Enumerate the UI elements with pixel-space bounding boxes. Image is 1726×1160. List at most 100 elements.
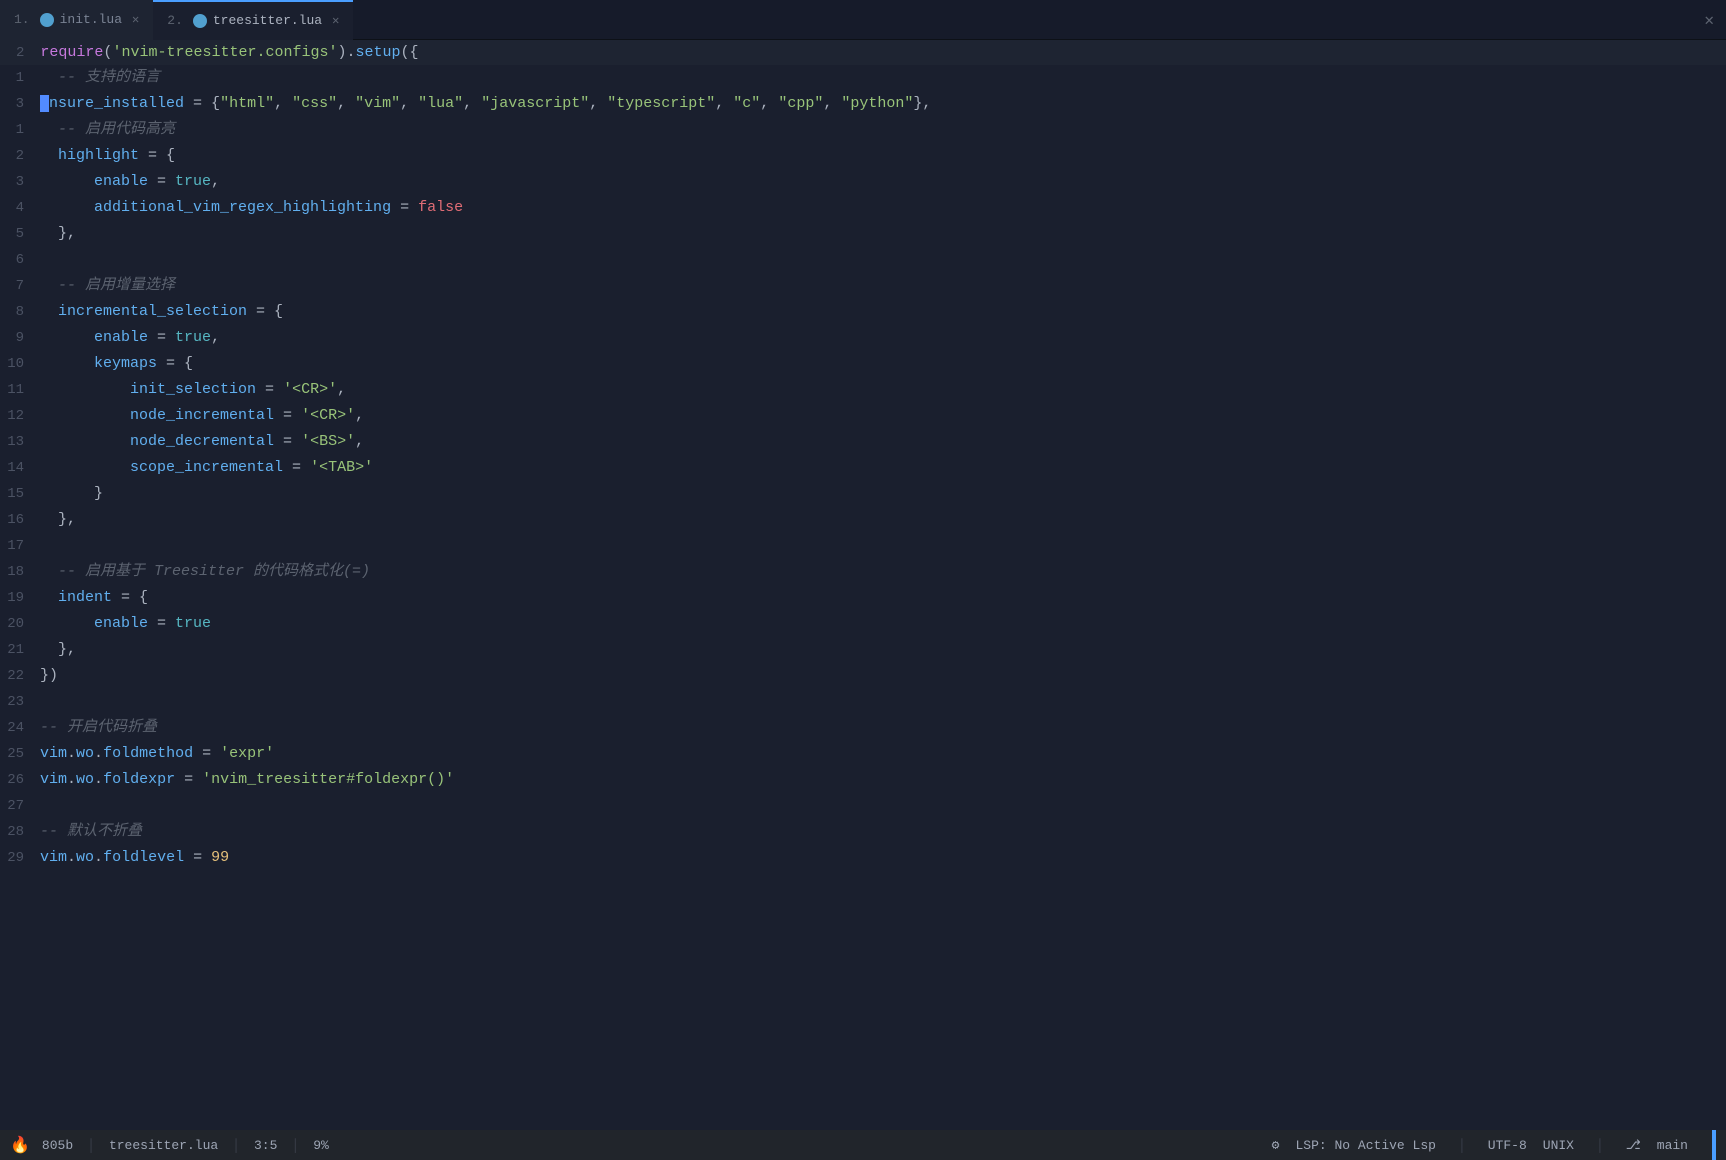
status-branch-name: main bbox=[1657, 1138, 1688, 1153]
code-line-1: 1 -- 支持的语言 bbox=[0, 65, 1726, 91]
tab-2-lua-icon bbox=[193, 14, 207, 28]
line-content-12: node_incremental = '<CR>', bbox=[40, 403, 1726, 429]
line-content-en1: enable = true, bbox=[40, 169, 1726, 195]
line-content-26: vim.wo.foldexpr = 'nvim_treesitter#folde… bbox=[40, 767, 1726, 793]
line-num-25: 25 bbox=[0, 741, 40, 767]
line-num-23: 23 bbox=[0, 689, 40, 715]
line-num-1: 1 bbox=[0, 65, 40, 91]
code-line-12: 12 node_incremental = '<CR>', bbox=[0, 403, 1726, 429]
line-num-21: 21 bbox=[0, 637, 40, 663]
line-num-inner-1: 1 bbox=[0, 117, 40, 143]
code-line-13: 13 node_decremental = '<BS>', bbox=[0, 429, 1726, 455]
line-num-24: 24 bbox=[0, 715, 40, 741]
line-content-22: }) bbox=[40, 663, 1726, 689]
tab-bar: 1. init.lua ✕ 2. treesitter.lua ✕ ✕ bbox=[0, 0, 1726, 40]
line-num-6: 6 bbox=[0, 247, 40, 273]
line-content-18: -- 启用基于 Treesitter 的代码格式化(=) bbox=[40, 559, 1726, 585]
line-content-7: -- 启用增量选择 bbox=[40, 273, 1726, 299]
code-line-29: 29 vim.wo.foldlevel = 99 bbox=[0, 845, 1726, 871]
line-num-28: 28 bbox=[0, 819, 40, 845]
line-num-17: 17 bbox=[0, 533, 40, 559]
line-num-22: 22 bbox=[0, 663, 40, 689]
line-num-3: 3 bbox=[0, 91, 40, 117]
line-content-8: incremental_selection = { bbox=[40, 299, 1726, 325]
status-divider-4: │ bbox=[1458, 1138, 1466, 1153]
line-num-15: 15 bbox=[0, 481, 40, 507]
code-line-3: 3 nsure_installed = {"html", "css", "vim… bbox=[0, 91, 1726, 117]
line-num-4: 4 bbox=[0, 195, 40, 221]
line-content-13: node_decremental = '<BS>', bbox=[40, 429, 1726, 455]
status-filename: treesitter.lua bbox=[109, 1138, 218, 1153]
status-left: 🔥 805b │ treesitter.lua │ 3:5 │ 9% bbox=[10, 1135, 329, 1155]
status-divider-5: │ bbox=[1596, 1138, 1604, 1153]
status-blue-bar bbox=[1712, 1130, 1716, 1160]
line-num-11: 11 bbox=[0, 377, 40, 403]
code-line-5: 5 }, bbox=[0, 221, 1726, 247]
line-content-15: } bbox=[40, 481, 1726, 507]
close-all-button[interactable]: ✕ bbox=[1692, 10, 1726, 30]
code-line-4: 4 additional_vim_regex_highlighting = fa… bbox=[0, 195, 1726, 221]
tab-1[interactable]: 1. init.lua ✕ bbox=[0, 0, 153, 40]
code-line-17: 17 bbox=[0, 533, 1726, 559]
line-num-7: 7 bbox=[0, 273, 40, 299]
code-line-inner-1: 1 -- 启用代码高亮 bbox=[0, 117, 1726, 143]
line-content-4: additional_vim_regex_highlighting = fals… bbox=[40, 195, 1726, 221]
line-content-3: nsure_installed = {"html", "css", "vim",… bbox=[40, 91, 1726, 117]
require-line: 2require('nvim-treesitter.configs').setu… bbox=[0, 40, 1726, 65]
line-content-19: indent = { bbox=[40, 585, 1726, 611]
line-content-28: -- 默认不折叠 bbox=[40, 819, 1726, 845]
code-line-14: 14 scope_incremental = '<TAB>' bbox=[0, 455, 1726, 481]
code-area: 1 -- 支持的语言 3 nsure_installed = {"html", … bbox=[0, 65, 1726, 1160]
line-content-29: vim.wo.foldlevel = 99 bbox=[40, 845, 1726, 871]
tab-2[interactable]: 2. treesitter.lua ✕ bbox=[153, 0, 353, 40]
line-content-9: enable = true, bbox=[40, 325, 1726, 351]
line-num-en1: 3 bbox=[0, 169, 40, 195]
code-line-11: 11 init_selection = '<CR>', bbox=[0, 377, 1726, 403]
code-line-16: 16 }, bbox=[0, 507, 1726, 533]
line-num-19: 19 bbox=[0, 585, 40, 611]
tab-1-close[interactable]: ✕ bbox=[132, 12, 139, 27]
code-line-18: 18 -- 启用基于 Treesitter 的代码格式化(=) bbox=[0, 559, 1726, 585]
line-num-12: 12 bbox=[0, 403, 40, 429]
status-branch-icon: ⎇ bbox=[1626, 1138, 1641, 1153]
status-lsp-icon: ⚙ bbox=[1272, 1138, 1280, 1153]
status-divider-1: │ bbox=[87, 1138, 95, 1153]
tab-2-label: treesitter.lua bbox=[213, 13, 322, 28]
status-divider-3: │ bbox=[291, 1138, 299, 1153]
status-fire-icon: 🔥 bbox=[10, 1135, 30, 1155]
tab-2-number: 2. bbox=[167, 13, 183, 28]
line-content-16: }, bbox=[40, 507, 1726, 533]
code-line-23: 23 bbox=[0, 689, 1726, 715]
code-line-28: 28 -- 默认不折叠 bbox=[0, 819, 1726, 845]
line-content-1: -- 支持的语言 bbox=[40, 65, 1726, 91]
line-num-8: 8 bbox=[0, 299, 40, 325]
line-num-27: 27 bbox=[0, 793, 40, 819]
code-line-21: 21 }, bbox=[0, 637, 1726, 663]
code-line-15: 15 } bbox=[0, 481, 1726, 507]
line-content-2: highlight = { bbox=[40, 143, 1726, 169]
status-divider-2: │ bbox=[232, 1138, 240, 1153]
line-num-9: 9 bbox=[0, 325, 40, 351]
line-num-13: 13 bbox=[0, 429, 40, 455]
line-num-29: 29 bbox=[0, 845, 40, 871]
code-line-8: 8 incremental_selection = { bbox=[0, 299, 1726, 325]
line-content-11: init_selection = '<CR>', bbox=[40, 377, 1726, 403]
tab-2-close[interactable]: ✕ bbox=[332, 13, 339, 28]
code-line-22: 22 }) bbox=[0, 663, 1726, 689]
line-content-21: }, bbox=[40, 637, 1726, 663]
line-num-14: 14 bbox=[0, 455, 40, 481]
code-line-20: 20 enable = true bbox=[0, 611, 1726, 637]
code-line-19: 19 indent = { bbox=[0, 585, 1726, 611]
status-scroll: 9% bbox=[313, 1138, 329, 1153]
line-num-2: 2 bbox=[0, 143, 40, 169]
line-content-inner-1: -- 启用代码高亮 bbox=[40, 117, 1726, 143]
code-line-9: 9 enable = true, bbox=[0, 325, 1726, 351]
code-line-27: 27 bbox=[0, 793, 1726, 819]
line-num-26: 26 bbox=[0, 767, 40, 793]
code-line-26: 26 vim.wo.foldexpr = 'nvim_treesitter#fo… bbox=[0, 767, 1726, 793]
code-line-24: 24 -- 开启代码折叠 bbox=[0, 715, 1726, 741]
editor-container: 1. init.lua ✕ 2. treesitter.lua ✕ ✕ 2req… bbox=[0, 0, 1726, 1160]
line-num-16: 16 bbox=[0, 507, 40, 533]
line-content-10: keymaps = { bbox=[40, 351, 1726, 377]
status-lineending: UNIX bbox=[1543, 1138, 1574, 1153]
